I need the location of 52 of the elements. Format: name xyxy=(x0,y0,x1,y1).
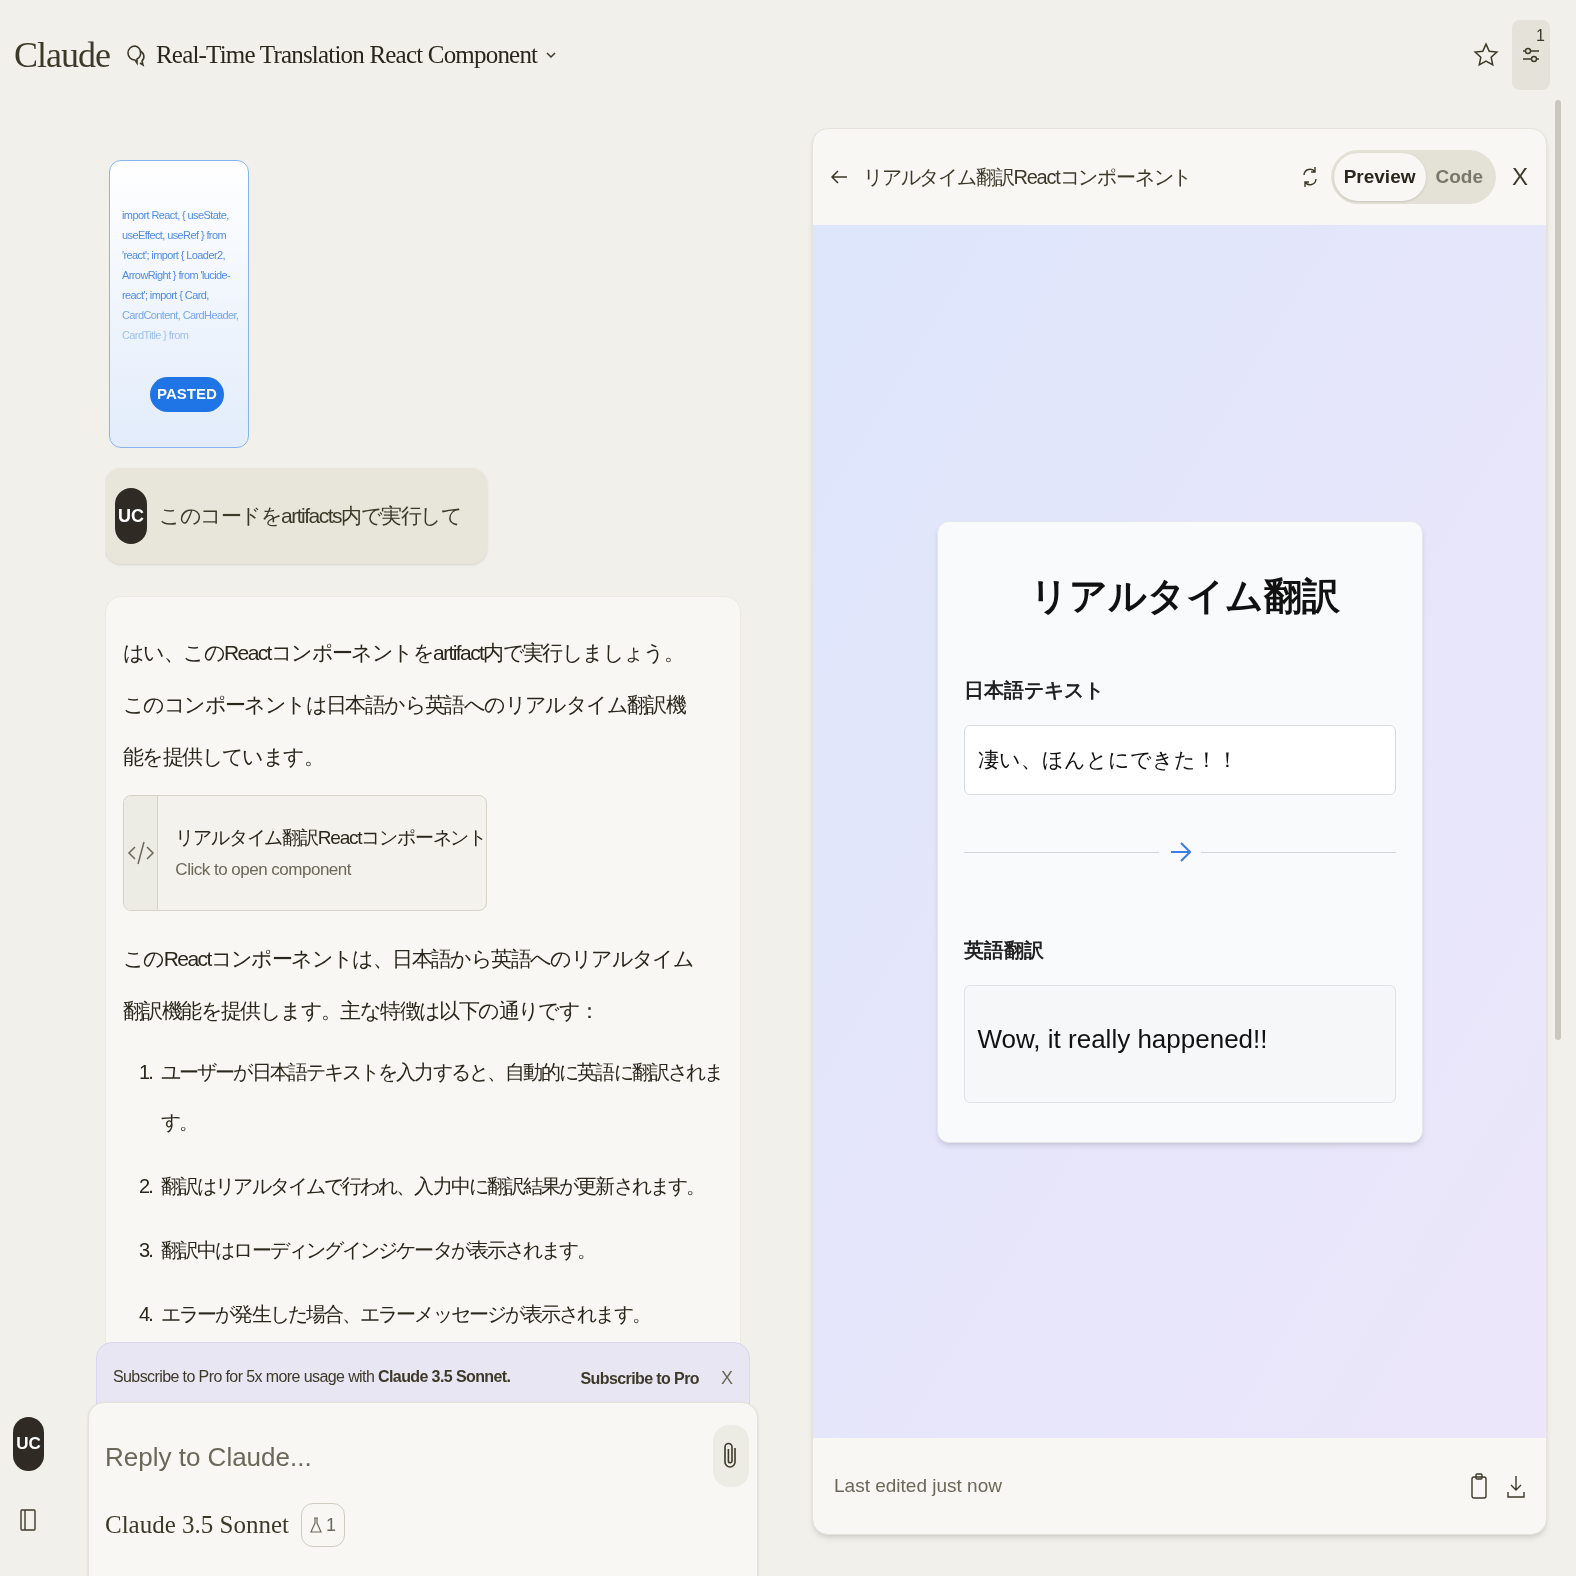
reply-input-field[interactable]: Reply to Claude... xyxy=(105,1433,685,1481)
artifact-card[interactable]: リアルタイム翻訳Reactコンポーネント Click to open component xyxy=(123,795,487,911)
artifact-title: リアルタイム翻訳Reactコンポーネント xyxy=(175,826,486,850)
view-tab[interactable]: Preview xyxy=(1333,153,1426,201)
attach-button[interactable] xyxy=(713,1425,749,1487)
assistant-message-text: はい、このReactコンポーネントをartifact内で実行しましょう。このコンポーネントは日本語から英語へのリアルタイム翻訳機能を提供しています。 xyxy=(123,640,687,770)
translation-output: Wow, it really happened!! xyxy=(963,985,1396,1103)
list-item-text: ユーザーが日本語テキストを入力すると、自動的に英語に翻訳されます。 xyxy=(161,1060,723,1135)
close-button[interactable]: X xyxy=(1510,159,1530,195)
artifact-subtitle: Click to open component xyxy=(175,858,353,881)
download-icon[interactable] xyxy=(1507,1474,1525,1498)
refresh-icon[interactable] xyxy=(1300,164,1319,190)
input-label: 日本語テキスト xyxy=(963,678,1105,703)
feature-badge[interactable]: 1 xyxy=(301,1503,346,1547)
code-line: react'; import { Card, xyxy=(122,288,210,303)
sidebar-toggle-icon[interactable] xyxy=(20,1509,36,1531)
conversation-title-button[interactable]: Real-Time Translation React Component xyxy=(126,36,558,74)
list-number: 3. xyxy=(139,1238,153,1263)
list-item-text: 翻訳はリアルタイムで行われ、入力中に翻訳結果が更新されます。 xyxy=(161,1174,704,1199)
code-line: 'react'; import { Loader2, xyxy=(122,248,226,263)
subscribe-link[interactable]: Subscribe to Pro xyxy=(580,1366,699,1391)
banner-text: Subscribe to Pro for 5x more usage with Claude 3.5 Sonnet. xyxy=(113,1367,511,1387)
list-item-text: エラーが発生した場合、エラーメッセージが表示されます。 xyxy=(161,1302,650,1327)
code-line: ArrowRight } from 'lucide- xyxy=(122,268,232,283)
model-selector[interactable]: Claude 3.5 Sonnet xyxy=(105,1506,289,1544)
chat-bubbles-icon xyxy=(126,43,148,67)
output-label: 英語翻訳 xyxy=(963,938,1045,963)
list-number: 4. xyxy=(139,1302,153,1327)
user-avatar: UC xyxy=(115,488,147,544)
last-edited-text: Last edited just now xyxy=(834,1473,1002,1498)
pasted-badge: PASTED xyxy=(150,377,224,412)
user-message-text: このコードをartifacts内で実行して xyxy=(159,503,462,530)
close-button[interactable]: X xyxy=(721,1365,733,1392)
artifact-panel-title: リアルタイム翻訳Reactコンポーネント xyxy=(863,165,1192,190)
code-line: CardTitle } from xyxy=(122,328,190,343)
clipboard-icon[interactable] xyxy=(1471,1473,1487,1499)
list-number: 2. xyxy=(139,1174,153,1199)
user-avatar[interactable]: UC xyxy=(13,1417,44,1471)
app-logo-text[interactable]: Claude xyxy=(14,28,110,82)
code-line: import React, { useState, xyxy=(122,208,230,223)
pasted-code-card[interactable]: import React, { useState, useEffect, useRef } from 'react'; import { Loader2, ArrowRight } from 'lucide- react'; import { Card, CardContent, CardHeader, CardTitle } from PASTED xyxy=(109,160,249,448)
code-line: useEffect, useRef } from xyxy=(122,228,227,243)
notification-count: 1 xyxy=(1536,26,1545,46)
chevron-down-icon xyxy=(545,49,558,61)
translator-heading: リアルタイム翻訳 xyxy=(1028,574,1341,619)
japanese-text-field[interactable]: 凄い、ほんとにできた！！ xyxy=(963,725,1396,795)
list-number: 1. xyxy=(139,1060,153,1085)
list-item-text: 翻訳中はローディングインジケータが表示されます。 xyxy=(161,1238,596,1263)
code-line: CardContent, CardHeader, xyxy=(122,308,236,323)
flask-icon xyxy=(310,1517,322,1533)
settings-button[interactable] xyxy=(1512,20,1550,90)
assistant-message-text: このReactコンポーネントは、日本語から英語へのリアルタイム翻訳機能を提供します。主な特徴は以下の通りです： xyxy=(123,946,695,1024)
